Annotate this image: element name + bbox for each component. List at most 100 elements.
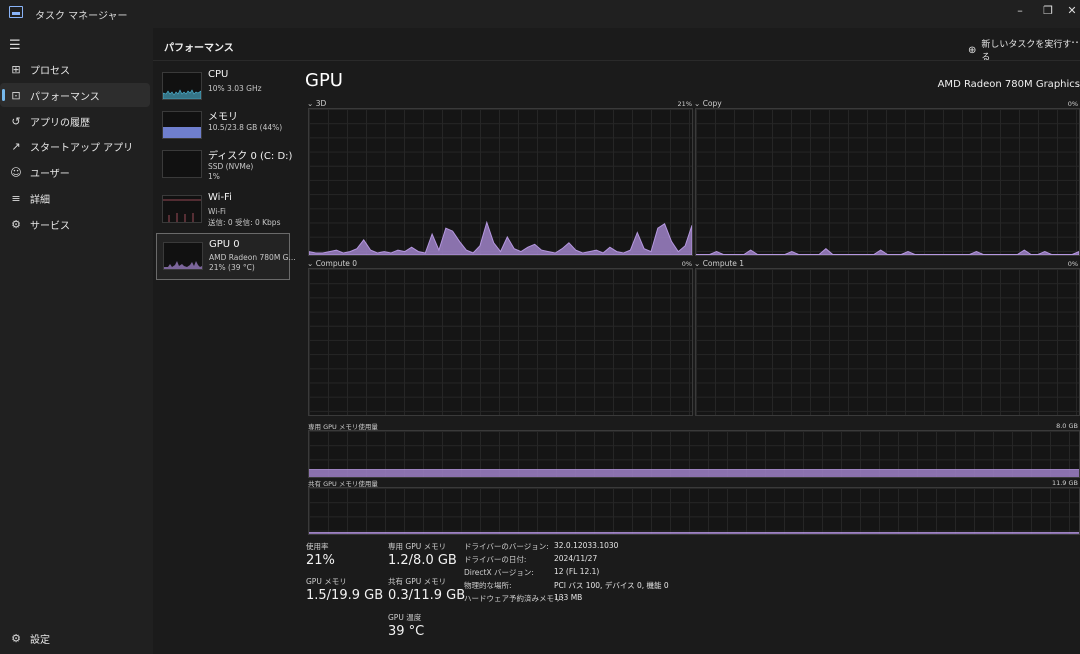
info-key: ハードウェア予約済みメモリ: <box>464 594 565 603</box>
dedicated-gpu-memory-label: 専用 GPU メモリ <box>388 542 447 551</box>
engine-copy-label[interactable]: ⌄ Copy <box>694 99 722 108</box>
nav-label: プロセス <box>30 65 70 77</box>
gpu-memory-value: 1.5/19.9 GB <box>306 588 384 603</box>
usage-value: 21% <box>306 553 335 568</box>
chevron-down-icon: ⌄ <box>307 99 314 108</box>
engine-compute1-graph <box>695 268 1080 416</box>
info-value: PCI バス 100, デバイス 0, 機能 0 <box>554 581 669 590</box>
gpu-thumbnail <box>163 242 203 270</box>
restore-button[interactable]: ❐ <box>1038 3 1058 19</box>
app-history-icon: ↺ <box>11 114 21 128</box>
resource-detail: 送信: 0 受信: 0 Kbps <box>208 218 281 227</box>
chevron-down-icon: ⌄ <box>694 99 701 108</box>
engine-compute1-percent: 0% <box>1067 260 1078 268</box>
nav-label: 詳細 <box>30 194 50 206</box>
info-key: 物理的な場所: <box>464 581 512 590</box>
nav-details[interactable]: ≡ 詳細 <box>0 186 150 210</box>
resource-wifi[interactable]: Wi-Fi Wi-Fi 送信: 0 受信: 0 Kbps <box>156 191 288 235</box>
nav-label: アプリの履歴 <box>30 117 90 129</box>
shared-memory-fill <box>309 531 1079 534</box>
resource-detail: 1% <box>208 172 220 181</box>
nav-processes[interactable]: ⊞ プロセス <box>0 57 150 81</box>
nav-label: パフォーマンス <box>30 91 100 103</box>
gpu-temperature-label: GPU 温度 <box>388 613 422 622</box>
gpu-memory-label: GPU メモリ <box>306 577 347 586</box>
run-task-icon: ⊕ <box>968 44 977 56</box>
shared-memory-graph <box>308 487 1080 535</box>
services-icon: ⚙ <box>11 217 21 231</box>
wifi-thumbnail <box>162 195 202 223</box>
resource-detail: 10% 3.03 GHz <box>208 84 262 93</box>
usage-area <box>696 248 1079 255</box>
nav-users[interactable]: ☺ ユーザー <box>0 160 150 184</box>
disk-thumbnail <box>162 150 202 178</box>
more-options-icon[interactable]: ⋯ <box>1071 35 1080 49</box>
performance-icon: ⊡ <box>11 88 21 102</box>
details-icon: ≡ <box>11 191 21 205</box>
nav-services[interactable]: ⚙ サービス <box>0 212 150 236</box>
dedicated-memory-max: 8.0 GB <box>1056 422 1078 430</box>
processes-icon: ⊞ <box>11 62 21 76</box>
nav-label: サービス <box>30 220 70 232</box>
shared-memory-max: 11.9 GB <box>1051 479 1078 487</box>
engine-compute0-label[interactable]: ⌄ Compute 0 <box>307 259 357 268</box>
resource-memory[interactable]: メモリ 10.5/23.8 GB (44%) <box>156 107 288 151</box>
engine-compute0-name: Compute 0 <box>315 259 358 268</box>
engine-3d-percent: 21% <box>677 100 692 108</box>
info-value: 133 MB <box>554 593 583 602</box>
info-value: 12 (FL 12.1) <box>554 567 600 576</box>
resource-detail: AMD Radeon 780M G... <box>209 253 296 262</box>
gpu-heading: GPU <box>305 70 343 91</box>
page-title: パフォーマンス <box>164 43 234 54</box>
nav-settings[interactable]: ⚙ 設定 <box>0 626 150 650</box>
chevron-down-icon: ⌄ <box>307 259 314 268</box>
settings-gear-icon: ⚙ <box>11 631 21 645</box>
hamburger-menu-icon[interactable]: ☰ <box>9 38 21 53</box>
info-key: ドライバーのバージョン: <box>464 542 549 551</box>
engine-copy-name: Copy <box>702 99 722 108</box>
sidebar: ☰ ⊞ プロセス ⊡ パフォーマンス ↺ アプリの履歴 ↗ スタートアップ アプ… <box>0 28 153 654</box>
resource-name: メモリ <box>208 112 238 123</box>
cpu-thumbnail <box>162 72 202 100</box>
engine-compute1-name: Compute 1 <box>702 259 745 268</box>
info-value: 32.0.12033.1030 <box>554 541 619 550</box>
resource-detail: SSD (NVMe) <box>208 162 254 171</box>
resource-disk[interactable]: ディスク 0 (C: D:) SSD (NVMe) 1% <box>156 146 292 190</box>
memory-fill <box>163 126 201 138</box>
resource-detail: 10.5/23.8 GB (44%) <box>208 123 283 132</box>
startup-icon: ↗ <box>11 139 21 153</box>
info-key: ドライバーの日付: <box>464 555 527 564</box>
resource-detail: 21% (39 °C) <box>209 263 255 272</box>
nav-startup-apps[interactable]: ↗ スタートアップ アプリ <box>0 134 150 158</box>
engine-3d-label[interactable]: ⌄ 3D <box>307 99 326 108</box>
app-title: タスク マネージャー <box>35 11 128 22</box>
engine-3d-chart <box>309 220 692 255</box>
resource-name: GPU 0 <box>209 239 240 250</box>
nav-performance[interactable]: ⊡ パフォーマンス <box>0 83 150 107</box>
resource-gpu0[interactable]: GPU 0 AMD Radeon 780M G... 21% (39 °C) <box>156 233 296 280</box>
engine-copy-graph <box>695 108 1080 256</box>
nav-label: 設定 <box>30 634 50 646</box>
engine-copy-percent: 0% <box>1067 100 1078 108</box>
title-bar: タスク マネージャー – ❐ ✕ <box>0 0 1080 28</box>
resource-name: ディスク 0 (C: D:) <box>208 151 293 162</box>
resource-detail: Wi-Fi <box>208 207 226 216</box>
task-manager-icon <box>9 6 23 18</box>
dedicated-memory-graph <box>308 430 1080 478</box>
resource-name: CPU <box>208 69 229 80</box>
main-panel: パフォーマンス ⊕ 新しいタスクを実行する ⋯ CPU 10% 3.03 GHz… <box>153 28 1080 654</box>
dedicated-gpu-memory-value: 1.2/8.0 GB <box>388 553 457 568</box>
usage-label: 使用率 <box>306 542 329 551</box>
resource-cpu[interactable]: CPU 10% 3.03 GHz <box>156 68 288 112</box>
usage-area <box>309 220 692 255</box>
engine-3d-graph <box>308 108 693 256</box>
engine-compute1-label[interactable]: ⌄ Compute 1 <box>694 259 744 268</box>
close-button[interactable]: ✕ <box>1062 3 1080 19</box>
memory-thumbnail <box>162 111 202 139</box>
engine-3d-name: 3D <box>315 99 327 108</box>
nav-label: スタートアップ アプリ <box>30 142 134 154</box>
nav-app-history[interactable]: ↺ アプリの履歴 <box>0 109 150 133</box>
gpu-temperature-value: 39 °C <box>388 624 425 639</box>
minimize-button[interactable]: – <box>1010 3 1030 19</box>
users-icon: ☺ <box>10 165 22 179</box>
